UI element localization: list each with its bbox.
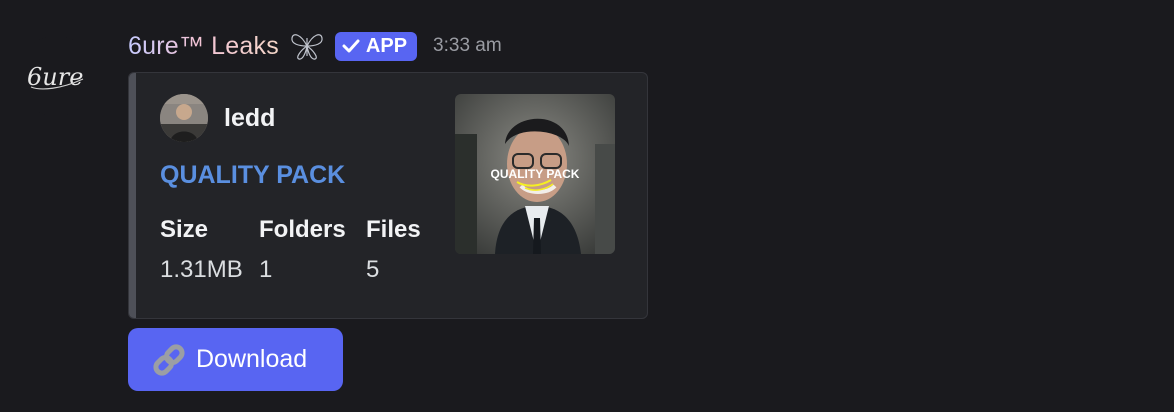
download-label: Download xyxy=(196,345,308,373)
embed-title: QUALITY PACK xyxy=(160,161,346,189)
field-value: 1 xyxy=(259,256,273,283)
field-value: 1.31MB xyxy=(160,256,243,283)
app-badge-label: APP xyxy=(365,34,408,57)
checkmark-icon xyxy=(342,39,360,53)
app-badge: APP xyxy=(334,31,418,61)
field-files: Files 5 xyxy=(366,213,421,287)
bot-avatar[interactable]: 6ure xyxy=(16,36,96,116)
field-value: 5 xyxy=(366,256,380,283)
embed-accent-bar xyxy=(129,73,136,318)
thumbnail-photo: QUALITY PACK xyxy=(455,94,615,254)
username[interactable]: 6ure™ Leaks xyxy=(128,32,279,61)
field-name: Size xyxy=(160,216,209,243)
svg-text:QUALITY PACK: QUALITY PACK xyxy=(491,167,580,181)
download-button[interactable]: Download xyxy=(128,328,343,391)
embed-card: ledd QUALITY PACK Size 1.31MB Folders 1 … xyxy=(128,72,648,319)
embed-thumbnail[interactable]: QUALITY PACK xyxy=(455,94,615,254)
message-header: 6ure™ Leaks APP 3:33 am xyxy=(128,26,502,66)
field-name: Files xyxy=(366,216,421,243)
butterfly-icon xyxy=(291,34,323,60)
svg-text:6ure: 6ure xyxy=(27,63,83,91)
timestamp[interactable]: 3:33 am xyxy=(433,35,502,57)
field-size: Size 1.31MB xyxy=(160,213,243,287)
embed-author-name[interactable]: ledd xyxy=(224,104,275,133)
embed-author: ledd xyxy=(160,94,275,142)
field-folders: Folders 1 xyxy=(259,213,346,287)
link-icon xyxy=(153,343,185,376)
author-avatar-photo xyxy=(160,94,208,142)
field-name: Folders xyxy=(259,216,346,243)
6ure-signature-logo-icon: 6ure xyxy=(27,63,83,91)
